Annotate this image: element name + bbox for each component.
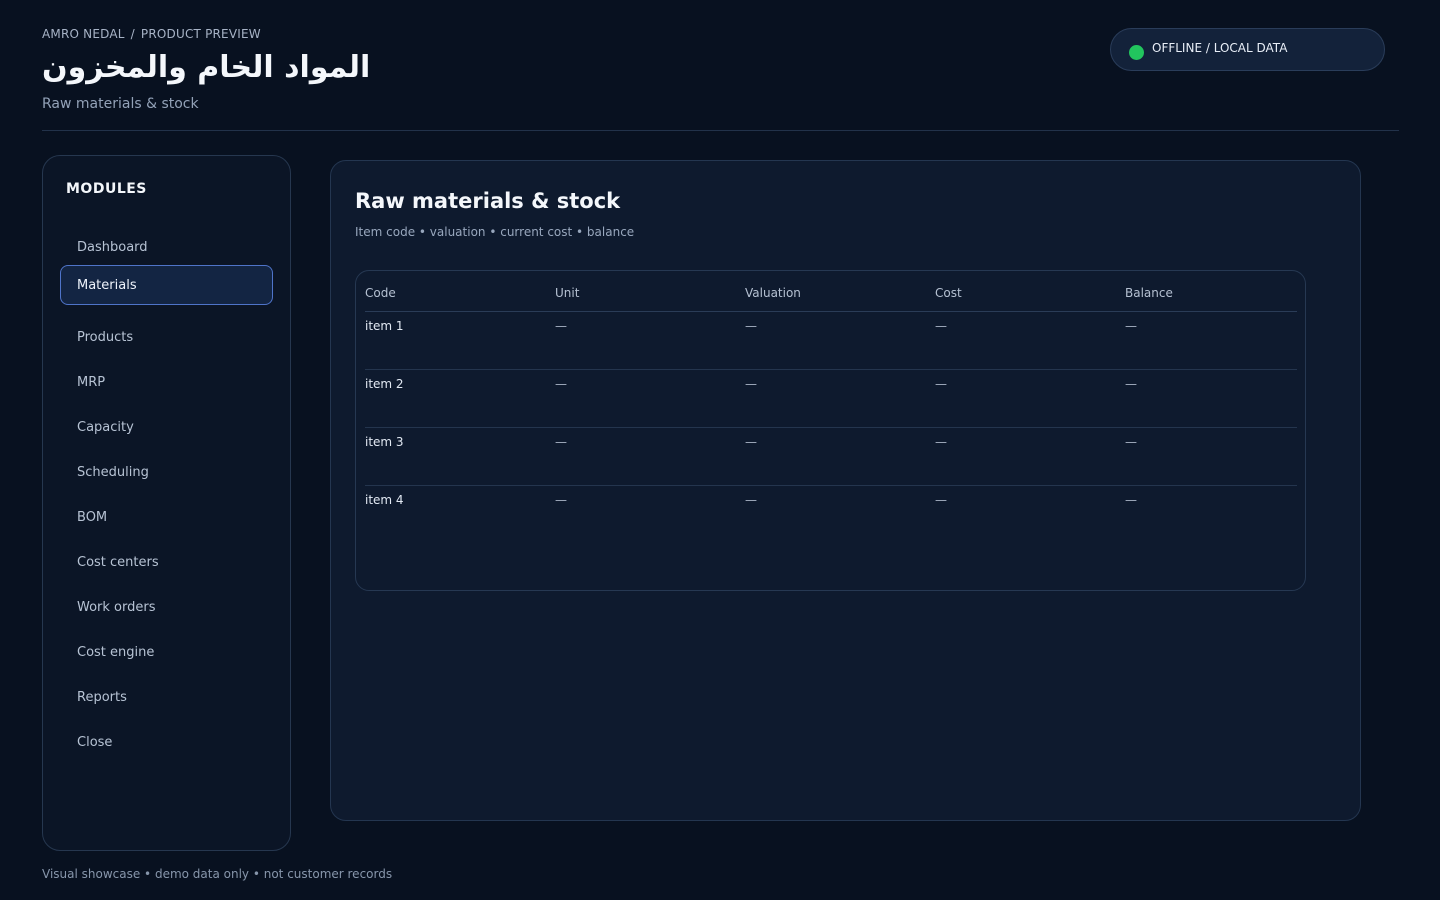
sidebar-item-close[interactable]: Close bbox=[60, 722, 273, 762]
cell-cost: — bbox=[935, 493, 947, 507]
table-row[interactable]: item 1 — — — — bbox=[365, 312, 1297, 370]
cell-code: item 4 bbox=[365, 493, 404, 507]
breadcrumb-section[interactable]: PRODUCT PREVIEW bbox=[141, 27, 261, 41]
table-row[interactable]: item 3 — — — — bbox=[365, 428, 1297, 486]
cell-unit: — bbox=[555, 319, 567, 333]
cell-unit: — bbox=[555, 435, 567, 449]
cell-cost: — bbox=[935, 377, 947, 391]
cell-valuation: — bbox=[745, 435, 757, 449]
status-label: OFFLINE / LOCAL DATA bbox=[1152, 41, 1288, 55]
header-divider bbox=[42, 130, 1399, 131]
cell-valuation: — bbox=[745, 377, 757, 391]
sidebar-item-dashboard[interactable]: Dashboard bbox=[60, 227, 273, 267]
breadcrumb-owner[interactable]: AMRO NEDAL bbox=[42, 27, 125, 41]
materials-table: Code Unit Valuation Cost Balance item 1 … bbox=[355, 270, 1306, 591]
sidebar-item-cost-centers[interactable]: Cost centers bbox=[60, 542, 273, 582]
cell-code: item 2 bbox=[365, 377, 404, 391]
app-page: AMRO NEDAL / PRODUCT PREVIEW المواد الخام … bbox=[0, 0, 1440, 900]
cell-code: item 3 bbox=[365, 435, 404, 449]
cell-cost: — bbox=[935, 319, 947, 333]
cell-unit: — bbox=[555, 493, 567, 507]
cell-balance: — bbox=[1125, 493, 1137, 507]
cell-valuation: — bbox=[745, 493, 757, 507]
page-title: المواد الخام والمخزون bbox=[42, 50, 371, 85]
cell-balance: — bbox=[1125, 319, 1137, 333]
table-row[interactable]: item 4 — — — — bbox=[365, 486, 1297, 544]
sidebar-item-capacity[interactable]: Capacity bbox=[60, 407, 273, 447]
sidebar-heading: MODULES bbox=[66, 181, 147, 197]
sidebar-item-cost-engine[interactable]: Cost engine bbox=[60, 632, 273, 672]
status-badge: OFFLINE / LOCAL DATA bbox=[1110, 28, 1385, 71]
cell-balance: — bbox=[1125, 377, 1137, 391]
table-header: Code Unit Valuation Cost Balance bbox=[365, 271, 1297, 312]
sidebar: MODULES Dashboard Materials Products MRP… bbox=[42, 155, 291, 851]
sidebar-item-products[interactable]: Products bbox=[60, 317, 273, 357]
cell-cost: — bbox=[935, 435, 947, 449]
column-header-unit[interactable]: Unit bbox=[555, 286, 579, 300]
status-dot-icon bbox=[1129, 45, 1144, 60]
main-panel: Raw materials & stock Item code • valuat… bbox=[330, 160, 1361, 821]
cell-valuation: — bbox=[745, 319, 757, 333]
panel-title: Raw materials & stock bbox=[355, 189, 621, 213]
breadcrumb-separator: / bbox=[130, 27, 135, 41]
sidebar-item-mrp[interactable]: MRP bbox=[60, 362, 273, 402]
column-header-cost[interactable]: Cost bbox=[935, 286, 962, 300]
sidebar-item-bom[interactable]: BOM bbox=[60, 497, 273, 537]
sidebar-item-scheduling[interactable]: Scheduling bbox=[60, 452, 273, 492]
sidebar-item-work-orders[interactable]: Work orders bbox=[60, 587, 273, 627]
panel-subtitle: Item code • valuation • current cost • b… bbox=[355, 225, 635, 239]
cell-balance: — bbox=[1125, 435, 1137, 449]
column-header-code[interactable]: Code bbox=[365, 286, 396, 300]
cell-code: item 1 bbox=[365, 319, 404, 333]
sidebar-item-materials[interactable]: Materials bbox=[60, 265, 273, 305]
column-header-balance[interactable]: Balance bbox=[1125, 286, 1173, 300]
sidebar-item-reports[interactable]: Reports bbox=[60, 677, 273, 717]
page-subtitle: Raw materials & stock bbox=[42, 96, 199, 112]
footer-note: Visual showcase • demo data only • not c… bbox=[42, 867, 393, 881]
breadcrumb: AMRO NEDAL / PRODUCT PREVIEW bbox=[42, 27, 261, 41]
column-header-valuation[interactable]: Valuation bbox=[745, 286, 801, 300]
table-row[interactable]: item 2 — — — — bbox=[365, 370, 1297, 428]
cell-unit: — bbox=[555, 377, 567, 391]
